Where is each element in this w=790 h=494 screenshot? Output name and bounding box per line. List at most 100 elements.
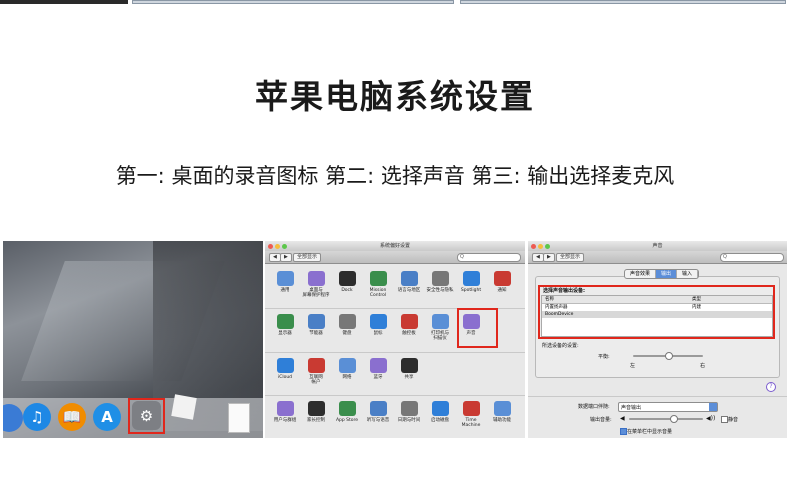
speaker-high-icon: ◀)) (706, 415, 716, 422)
pref-icon (369, 358, 387, 373)
pref-icon (307, 358, 325, 373)
pref-item[interactable]: 日期与时间 (395, 401, 423, 423)
pref-item[interactable]: Time Machine (457, 401, 485, 428)
pref-label: 鼠标 (373, 331, 383, 336)
balance-right-label: 右 (700, 363, 706, 369)
pref-item[interactable]: 蓝牙 (364, 358, 392, 380)
pref-item[interactable]: 鼠标 (364, 314, 392, 336)
show-all-button[interactable]: 全部显示 (293, 253, 322, 262)
menubar-volume-label: 在菜单栏中显示音量 (627, 429, 673, 435)
mute-label: 静音 (728, 417, 739, 423)
pref-label: Mission Control (369, 288, 387, 298)
pref-icon (400, 401, 418, 416)
nav-forward-button[interactable]: ▶ (280, 253, 292, 262)
tab-sound-effects[interactable]: 声音效果 (625, 270, 657, 278)
divider (265, 395, 525, 396)
pref-item[interactable]: 打印机与 扫描仪 (426, 314, 454, 341)
alert-label: 数据端口伴随: (578, 404, 610, 410)
pref-label: 家长控制 (307, 418, 325, 423)
pref-item[interactable]: 共享 (395, 358, 423, 380)
chevron-down-icon (709, 403, 717, 411)
pref-label: 安全性与隐私 (426, 288, 454, 293)
pref-icon (493, 271, 511, 286)
pref-item[interactable]: 家长控制 (302, 401, 330, 423)
pref-icon (431, 314, 449, 329)
pref-label: 网络 (342, 375, 352, 380)
pref-icon (462, 271, 480, 286)
volume-slider[interactable] (629, 418, 703, 420)
pref-item[interactable]: 网络 (333, 358, 361, 380)
pref-icon (431, 401, 449, 416)
help-button[interactable]: ? (766, 382, 776, 392)
dock-document-icon[interactable] (228, 403, 250, 433)
pref-icon (276, 401, 294, 416)
pref-label: 辅助功能 (493, 418, 511, 423)
pref-item[interactable]: App Store (333, 401, 361, 423)
show-all-button[interactable]: 全部显示 (556, 253, 585, 262)
pref-label: 通用 (280, 288, 290, 293)
pref-icon (369, 271, 387, 286)
pref-icon (338, 271, 356, 286)
top-strip-window-left (132, 0, 454, 4)
pref-item[interactable]: 安全性与隐私 (426, 271, 454, 293)
balance-left-label: 左 (630, 363, 636, 369)
window-title: 声音 (652, 243, 663, 249)
divider (265, 352, 525, 353)
pref-item[interactable]: 键盘 (333, 314, 361, 336)
pref-item[interactable]: 通知 (488, 271, 516, 293)
app-store-icon[interactable]: A (93, 403, 121, 431)
pref-item[interactable]: 语言与地区 (395, 271, 423, 293)
pref-icon (400, 271, 418, 286)
pref-item[interactable]: iCloud (271, 358, 299, 380)
pref-icon (276, 314, 294, 329)
pref-item[interactable]: 桌面与 屏幕保护程序 (302, 271, 330, 298)
pref-item[interactable]: 触控板 (395, 314, 423, 336)
pref-icon (400, 358, 418, 373)
search-input[interactable]: Q (457, 253, 521, 262)
tab-input[interactable]: 输入 (677, 270, 699, 278)
pref-item[interactable]: 显示器 (271, 314, 299, 336)
volume-slider-knob[interactable] (670, 415, 679, 423)
pref-icon (307, 271, 325, 286)
menubar-volume-checkbox[interactable] (620, 428, 627, 435)
page-subtitle: 第一: 桌面的录音图标 第二: 选择声音 第三: 输出选择麦克风 (115, 164, 675, 188)
pref-label: 通知 (497, 288, 507, 293)
system-preferences-window: 系统偏好设置 ◀ ▶ 全部显示 Q 通用 桌面与 屏幕保护程序 Dock Missio… (265, 241, 525, 438)
mute-checkbox[interactable] (721, 416, 728, 423)
pref-item[interactable]: Mission Control (364, 271, 392, 298)
divider (528, 396, 787, 397)
pref-item[interactable]: 节能器 (302, 314, 330, 336)
pref-icon (338, 358, 356, 373)
balance-slider-knob[interactable] (665, 352, 673, 360)
pref-item[interactable]: Spotlight (457, 271, 485, 293)
pref-label: Dock (341, 288, 353, 293)
pref-icon (276, 358, 294, 373)
search-input[interactable]: Q (720, 253, 784, 262)
sound-tabs: 声音效果 输出 输入 (624, 269, 700, 279)
books-icon[interactable]: 📖 (58, 403, 86, 431)
window-toolbar: ◀ ▶ 全部显示 Q (265, 251, 525, 264)
pref-item[interactable]: Dock (333, 271, 361, 293)
pref-item[interactable]: 听写与语音 (364, 401, 392, 423)
pref-item[interactable]: 用户与群组 (271, 401, 299, 423)
desktop-screenshot: ♫ 📖 A ⚙ (3, 241, 263, 438)
pref-item[interactable]: 启动磁盘 (426, 401, 454, 423)
dock-cube-icon[interactable] (171, 394, 197, 420)
pref-item[interactable]: 互联网 帐户 (302, 358, 330, 385)
alert-dropdown[interactable]: 声音输出 (618, 402, 718, 412)
pref-label: 触控板 (402, 331, 416, 336)
balance-label: 平衡: (598, 354, 610, 360)
page-title: 苹果电脑系统设置 (255, 77, 535, 116)
music-icon[interactable]: ♫ (23, 403, 51, 431)
pref-label: 听写与语音 (366, 418, 390, 423)
pref-item[interactable]: 辅助功能 (488, 401, 516, 423)
pref-label: 桌面与 屏幕保护程序 (302, 288, 330, 298)
device-settings-label: 所选设备的设置: (542, 343, 579, 349)
pref-item[interactable]: 通用 (271, 271, 299, 293)
window-titlebar: 系统偏好设置 (265, 241, 525, 251)
pref-label: 日期与时间 (397, 418, 421, 423)
pref-icon (400, 314, 418, 329)
nav-forward-button[interactable]: ▶ (543, 253, 555, 262)
tab-output[interactable]: 输出 (656, 270, 678, 278)
sound-preferences-window: 声音 ◀ ▶ 全部显示 Q 声音效果 输出 输入 选择声音输出设备: 名称 类型… (528, 241, 787, 438)
